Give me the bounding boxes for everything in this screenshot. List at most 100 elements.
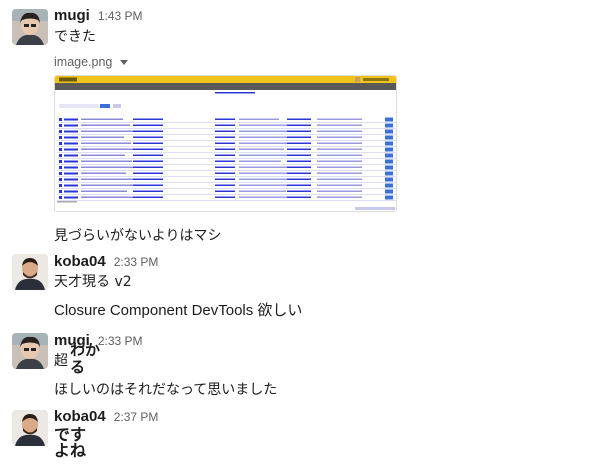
attachment-row-cell [81,160,132,162]
attachment-row-cell [133,118,163,120]
attachment-row-cell [64,124,78,127]
attachment-row-divider [57,158,396,159]
attachment-row-cell [81,148,138,150]
attachment-row-cell [317,148,362,150]
attachment-row-cell [239,118,279,120]
attachment-row-cell [287,190,311,192]
attachment-row-cell [81,136,124,138]
timestamp[interactable]: 2:33 PM [98,334,143,348]
attachment-row-cell [133,142,163,144]
username[interactable]: koba04 [54,408,106,425]
username[interactable]: koba04 [54,253,106,270]
attachment-row-cell [215,172,235,174]
attachment-row-cell [81,190,127,192]
attachment-row-cell [239,190,286,192]
attachment-row-cell [59,184,62,187]
attachment-row-cell [59,154,62,157]
attachment-row-cell [239,166,292,168]
message-text: 超 [54,353,68,369]
attachment-row-cell [317,124,362,126]
caret-down-icon[interactable] [120,59,129,65]
attachment-row-cell [287,142,311,144]
message-header: koba04 2:33 PM [54,253,158,273]
attachment-row-cell [317,196,362,198]
attachment-row-cell [59,124,62,127]
attachment-row-cell [64,136,78,139]
attachment-row-action [385,123,393,128]
attachment-row-cell [133,172,163,174]
message-text: 天才現る v2 [54,274,132,290]
attachment-row-cell [215,118,235,120]
attachment-row-cell [59,118,62,121]
attachment-row-cell [287,130,311,132]
attachment-row-cell [64,118,78,121]
message-text: できた [54,29,96,45]
attachment-row-cell [239,160,281,162]
avatar-mugi[interactable] [12,333,48,369]
attachment-row-cell [64,172,78,175]
attachment-row-action [385,171,393,176]
attachment-row-cell [239,154,295,156]
attachment-row-cell [133,160,163,162]
attachment-row-divider [57,188,396,189]
attachment-row-cell [64,190,78,193]
attachment-filter-bar [59,104,99,108]
attachment-row-cell [317,142,362,144]
timestamp[interactable]: 2:37 PM [114,410,159,424]
username[interactable]: mugi [54,7,90,24]
attachment-row-cell [133,184,163,186]
timestamp[interactable]: 2:33 PM [114,255,159,269]
file-title[interactable]: image.png [54,54,129,70]
followup-text: 見づらいがないよりはマシ [54,228,222,244]
attachment-row-cell [215,154,235,156]
file-name[interactable]: image.png [54,55,112,69]
attachment-row-divider [57,176,396,177]
attachment-row-cell [133,190,163,192]
attachment-row-cell [287,124,311,126]
emoji-line[interactable]: よね [54,443,86,459]
avatar-koba04[interactable] [12,254,48,290]
avatar-koba04[interactable] [12,410,48,446]
attachment-footer-text [57,201,77,203]
attachment-row-cell [317,160,362,162]
attachment-row-cell [215,166,235,168]
attachment-row-cell [81,142,131,144]
attachment-row-cell [287,136,311,138]
attachment-row-cell [317,172,362,174]
attachment-link-line [215,92,255,94]
image-attachment-preview [55,76,396,211]
attachment-row-cell [215,184,235,186]
image-attachment[interactable] [54,75,397,212]
attachment-row-cell [81,184,140,186]
attachment-row-cell [287,118,311,120]
attachment-row-cell [64,178,78,181]
attachment-button [113,104,121,108]
stamp-line: る [70,358,86,376]
attachment-row-cell [239,148,284,150]
attachment-row-cell [215,124,235,126]
attachment-row-cell [64,196,78,199]
followup-text: ほしいのはそれだなって思いました [54,382,278,398]
attachment-row-divider [57,152,396,153]
attachment-row-cell [81,154,125,156]
attachment-row-cell [215,196,235,198]
attachment-row-divider [57,200,396,201]
attachment-row-cell [133,154,163,156]
attachment-row-cell [64,148,78,151]
attachment-row-divider [57,164,396,165]
attachment-row-cell [81,196,134,198]
attachment-row-cell [287,154,311,156]
avatar-mugi[interactable] [12,9,48,45]
attachment-row-cell [59,196,62,199]
wakaru-stamp[interactable]: わか る [70,342,100,376]
attachment-row-divider [57,122,396,123]
attachment-row-cell [215,136,235,138]
attachment-row-cell [64,184,78,187]
attachment-row-cell [81,130,137,132]
attachment-row-action [385,159,393,164]
attachment-row-cell [215,160,235,162]
attachment-row-cell [64,166,78,169]
message-header: mugi 1:43 PM [54,7,143,27]
timestamp[interactable]: 1:43 PM [98,9,143,23]
attachment-row-cell [133,178,163,180]
